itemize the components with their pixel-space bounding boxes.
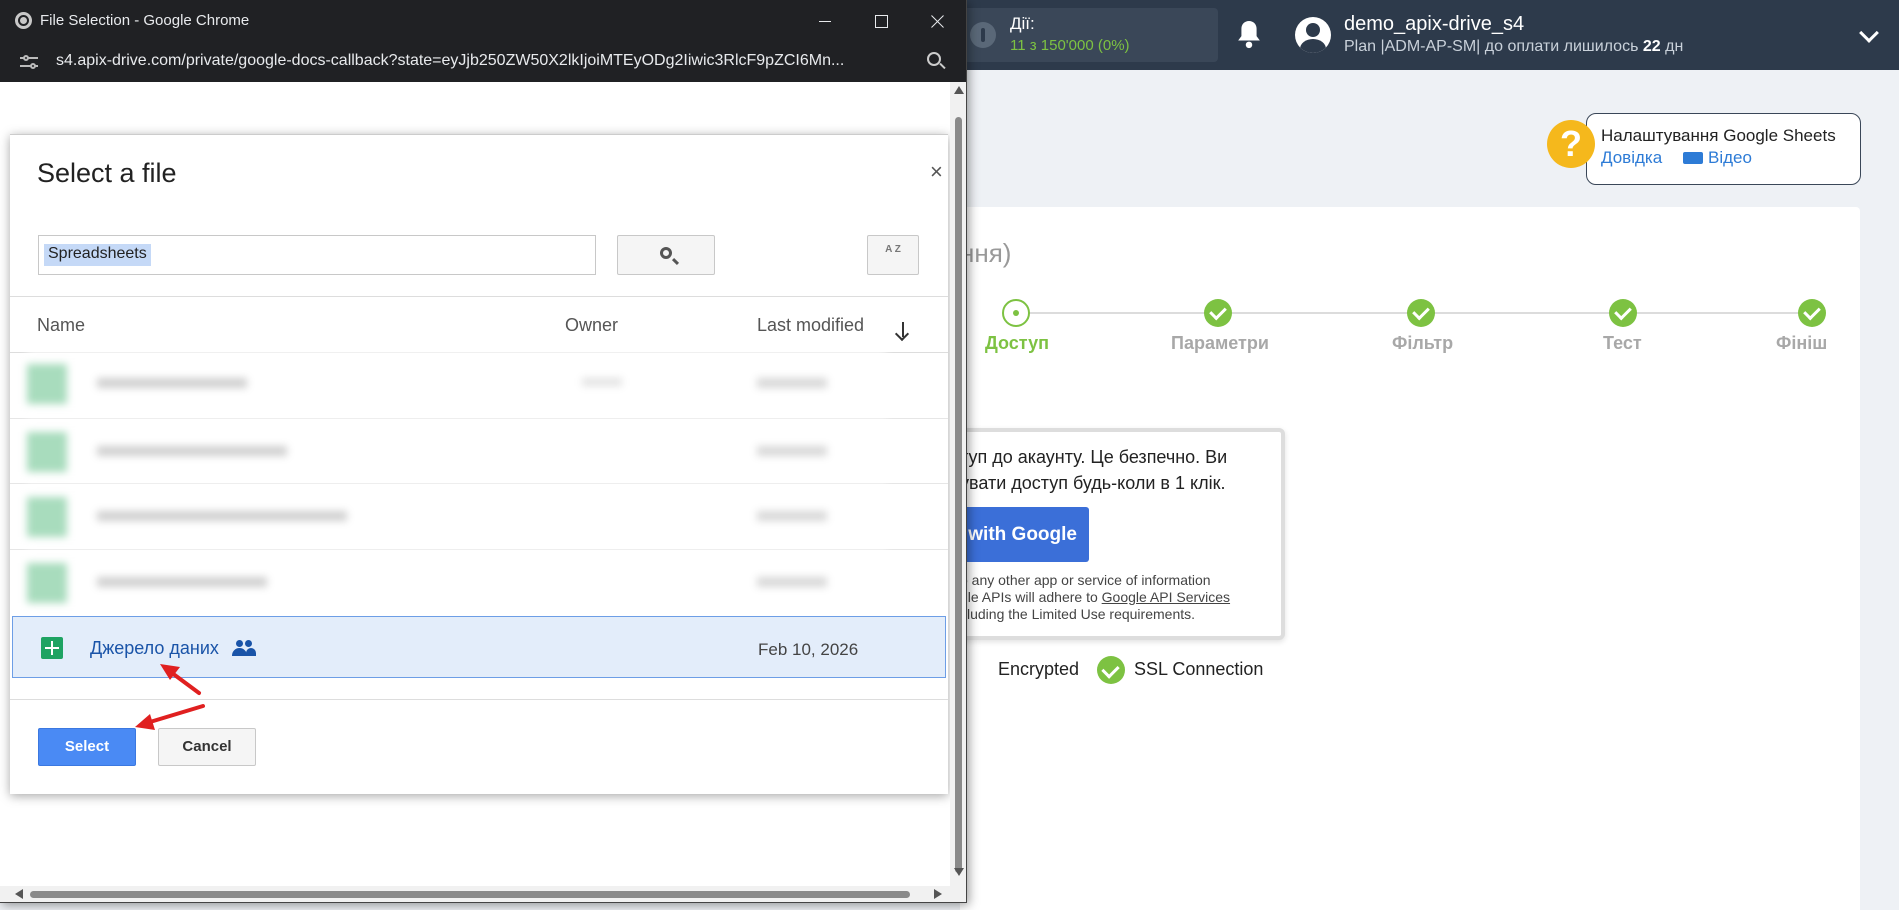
search-icon: [660, 247, 672, 259]
sort-az-icon: A Z: [885, 244, 901, 255]
divider: [10, 699, 948, 700]
step-dot-filter[interactable]: [1407, 299, 1435, 327]
divider: [10, 296, 948, 297]
step-label-finish[interactable]: Фініш: [1776, 333, 1827, 354]
step-label-test[interactable]: Тест: [1603, 333, 1642, 354]
access-text: туп до акаунту. Це безпечно. Ви увати до…: [960, 447, 1228, 493]
step-label-access[interactable]: Доступ: [985, 333, 1049, 354]
username[interactable]: demo_apix-drive_s4: [1344, 13, 1524, 36]
close-window-button[interactable]: [912, 6, 962, 36]
step-label-filter[interactable]: Фільтр: [1392, 333, 1453, 354]
arrow-down-icon[interactable]: [902, 322, 904, 337]
google-disclaimer: o any other app or service of informatio…: [960, 572, 1231, 622]
file-name[interactable]: Джерело даних: [90, 638, 219, 659]
blurred-file-row[interactable]: [27, 420, 887, 482]
google-sheets-icon: [41, 637, 63, 659]
step-dot-params[interactable]: [1204, 299, 1232, 327]
actions-icon: [970, 22, 996, 48]
step-dot-finish[interactable]: [1798, 299, 1826, 327]
sort-button[interactable]: A Z: [867, 235, 919, 275]
cancel-button[interactable]: Cancel: [158, 728, 256, 766]
question-icon: ?: [1547, 120, 1595, 168]
plan-info: Plan |ADM-AP-SM| до оплати лишилось 22 д…: [1344, 38, 1684, 55]
divider: [10, 483, 948, 484]
video-icon[interactable]: [1683, 152, 1703, 164]
search-button[interactable]: [617, 235, 715, 275]
help-link[interactable]: Довідка: [1601, 148, 1662, 168]
column-header-owner[interactable]: Owner: [565, 315, 618, 336]
vertical-scroll-thumb[interactable]: [955, 117, 962, 873]
actions-value: 11 з 150'000 (0%): [1010, 37, 1130, 54]
close-icon[interactable]: ×: [930, 161, 943, 183]
blurred-file-row[interactable]: [27, 352, 887, 414]
step-label-params[interactable]: Параметри: [1171, 333, 1269, 354]
column-header-name[interactable]: Name: [37, 315, 85, 336]
scroll-left-icon[interactable]: [15, 889, 23, 899]
step-dot-test[interactable]: [1609, 299, 1637, 327]
step-dot-access[interactable]: [1002, 299, 1030, 327]
divider: [10, 418, 948, 419]
scroll-up-icon[interactable]: [954, 86, 964, 94]
actions-label: Дії:: [1010, 14, 1035, 33]
bell-icon[interactable]: [1236, 18, 1262, 50]
encrypted-label: Encrypted: [998, 659, 1080, 679]
ssl-icon: [1097, 656, 1125, 684]
picker-title: Select a file: [37, 158, 177, 188]
file-modified-date: Feb 10, 2026: [758, 640, 859, 659]
zoom-icon[interactable]: [927, 52, 941, 66]
blurred-file-row[interactable]: [27, 551, 887, 613]
select-button[interactable]: Select: [38, 728, 136, 766]
column-header-modified[interactable]: Last modified: [757, 315, 864, 336]
card-title: ння): [960, 238, 1012, 268]
google-api-services-link[interactable]: Google API Services: [1102, 589, 1230, 605]
chrome-icon: [15, 12, 32, 29]
minimize-button[interactable]: [800, 6, 850, 36]
avatar[interactable]: [1295, 17, 1331, 53]
search-value[interactable]: Spreadsheets: [44, 244, 151, 266]
chrome-popup-window: File Selection - Google Chrome s4.apix-d…: [0, 0, 967, 903]
sign-in-google-button[interactable]: with Google: [955, 507, 1089, 562]
blurred-file-row[interactable]: [27, 485, 887, 547]
help-title: Налаштування Google Sheets: [1601, 126, 1836, 145]
shared-people-icon: [232, 640, 256, 656]
scroll-down-icon[interactable]: [954, 868, 964, 876]
url-text[interactable]: s4.apix-drive.com/private/google-docs-ca…: [56, 52, 906, 70]
ssl-label: SSL Connection: [1134, 659, 1264, 679]
site-settings-icon[interactable]: [20, 54, 38, 70]
scroll-right-icon[interactable]: [934, 889, 942, 899]
divider: [10, 549, 948, 550]
plan-days: 22: [1642, 38, 1661, 55]
window-title: File Selection - Google Chrome: [40, 12, 250, 29]
horizontal-scroll-thumb[interactable]: [30, 891, 910, 898]
maximize-button[interactable]: [856, 6, 906, 36]
video-link[interactable]: Відео: [1708, 148, 1752, 168]
